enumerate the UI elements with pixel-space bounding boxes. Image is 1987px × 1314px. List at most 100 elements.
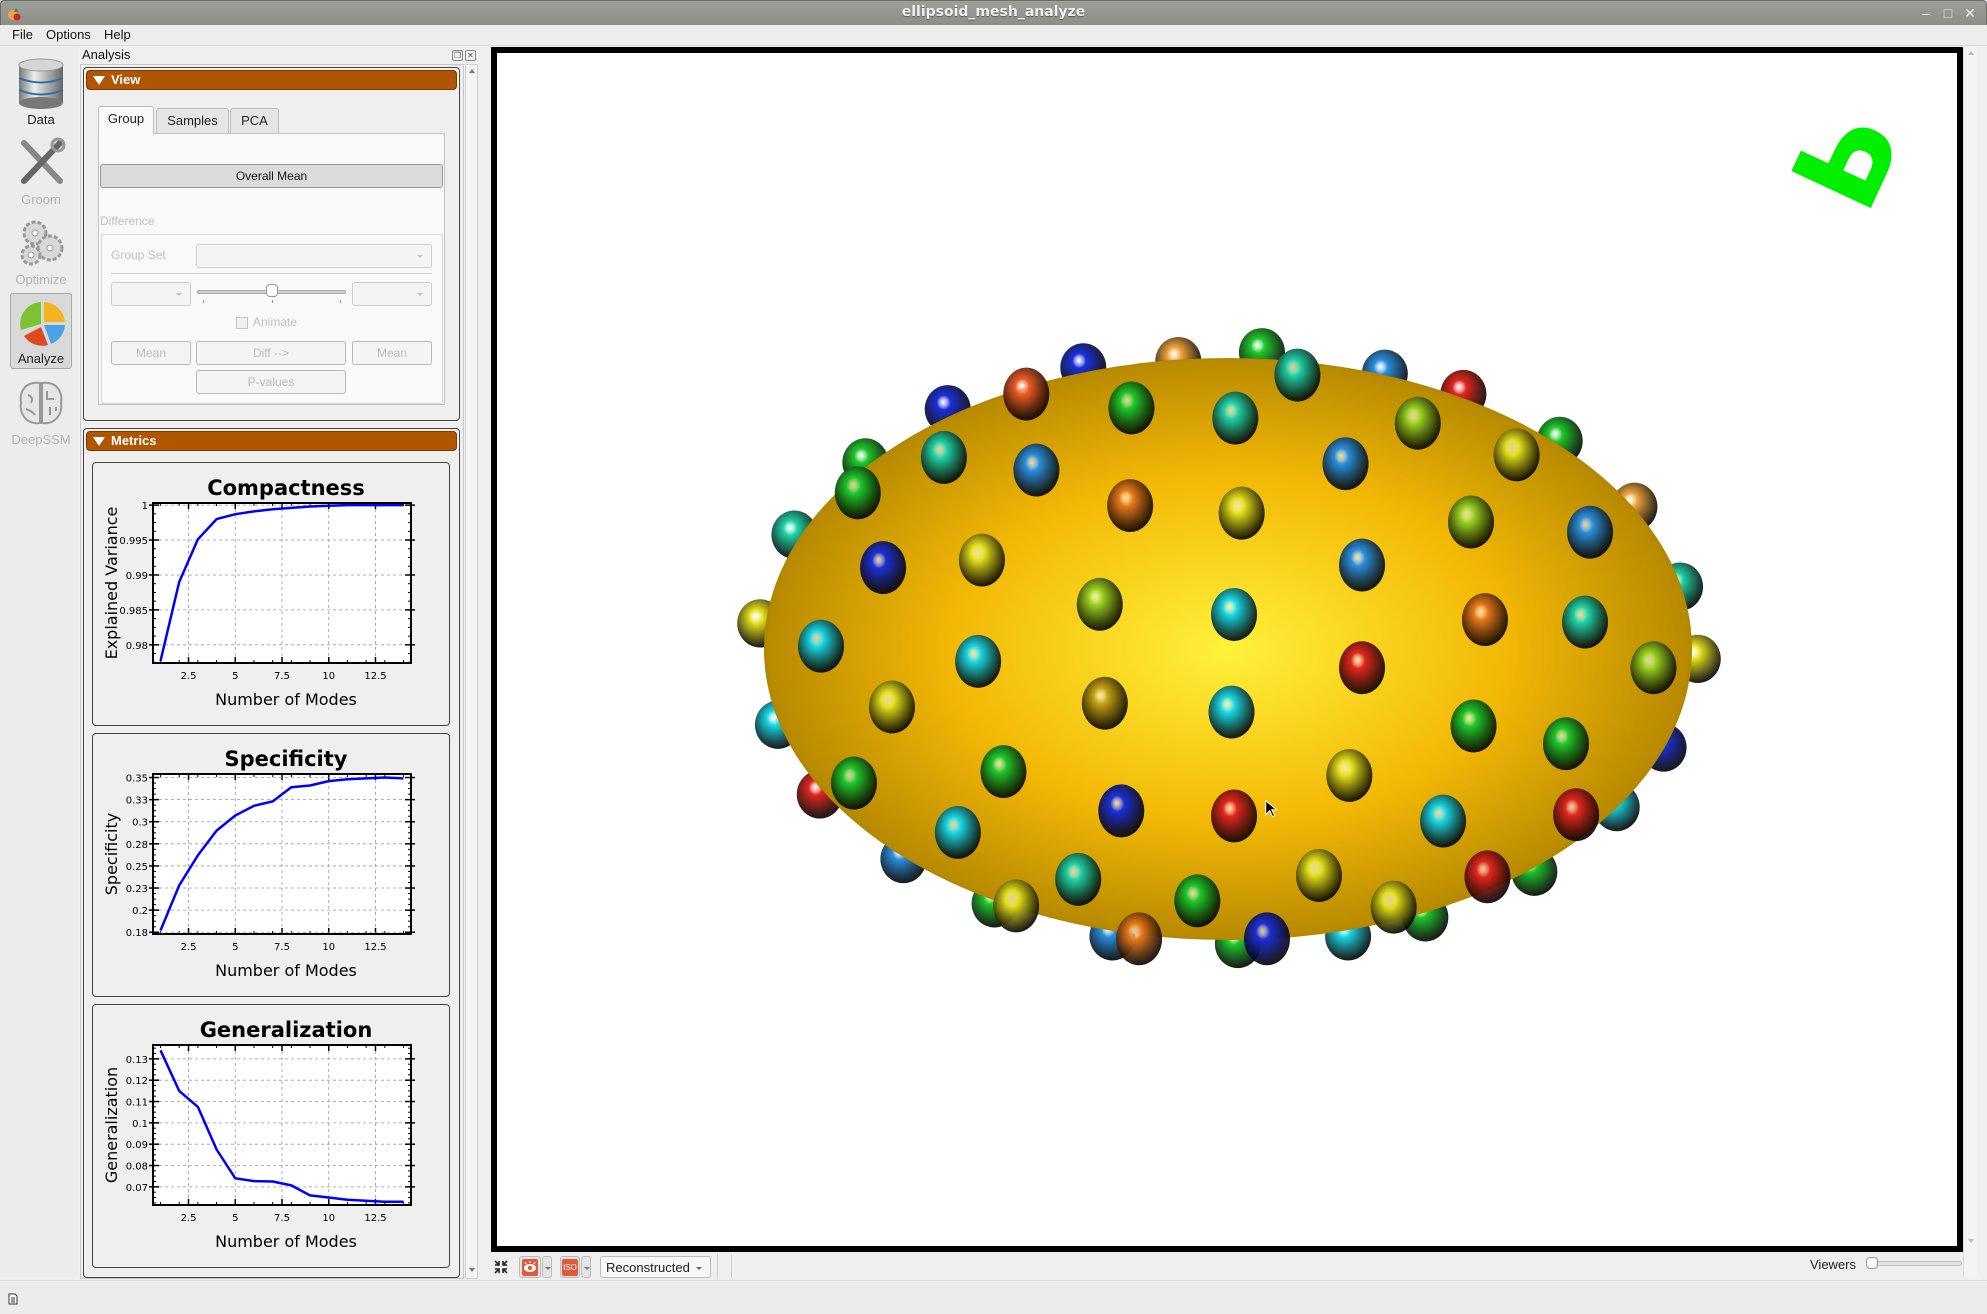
y-tick-label: 0.98 xyxy=(126,641,148,652)
y-tick-label: 0.11 xyxy=(126,1098,148,1109)
collapse-triangle-icon xyxy=(93,76,105,85)
panel-scrollbar[interactable] xyxy=(465,64,478,1279)
menu-help[interactable]: Help xyxy=(104,27,131,42)
module-analyze[interactable]: Analyze xyxy=(10,293,72,369)
y-tick-label: 0.985 xyxy=(119,606,148,617)
iso-surface-button[interactable]: ISO xyxy=(560,1256,580,1278)
x-tick-label: 10 xyxy=(322,671,335,682)
y-tick-label: 0.13 xyxy=(126,1055,148,1066)
module-optimize[interactable]: Optimize xyxy=(10,213,72,289)
particle-sphere xyxy=(1562,595,1609,649)
close-button[interactable]: ✕ xyxy=(1961,5,1979,21)
module-label: Optimize xyxy=(15,272,67,287)
right-mean-button[interactable]: Mean xyxy=(352,341,432,365)
left-mean-button[interactable]: Mean xyxy=(111,341,191,365)
log-icon[interactable] xyxy=(8,1293,18,1305)
y-tick-label: 0.35 xyxy=(126,774,148,785)
collapse-triangle-icon xyxy=(93,437,105,446)
minimize-button[interactable]: – xyxy=(1917,5,1935,21)
viewers-label: Viewers xyxy=(1810,1257,1857,1272)
particle-sphere xyxy=(1322,437,1369,491)
diff-button[interactable]: Diff --> xyxy=(196,341,346,365)
scroll-down-icon[interactable] xyxy=(469,1268,475,1272)
x-axis-label: Number of Modes xyxy=(215,1232,357,1251)
x-tick-label: 5 xyxy=(232,942,238,953)
group-slider-handle[interactable] xyxy=(265,284,278,297)
particle-sphere xyxy=(1244,912,1290,966)
specificity-chart: Specificity 2.5 5 7.5 10 12.5 0.18 0.2 0.23 0.25 0… xyxy=(92,733,450,997)
left-group-dropdown[interactable] xyxy=(111,282,191,306)
module-data[interactable]: Data xyxy=(10,53,72,129)
ellipsoid-render[interactable]: P xyxy=(497,53,1957,1246)
module-groom[interactable]: Groom xyxy=(10,133,72,209)
specificity-plot: Specificity 2.5 5 7.5 10 12.5 0.18 0.2 0.23 0.25 0… xyxy=(102,747,415,980)
module-deepssm[interactable]: DeepSSM xyxy=(10,373,72,449)
group-set-dropdown[interactable] xyxy=(196,244,432,268)
particle-sphere xyxy=(1447,495,1494,549)
toolbar-separator xyxy=(731,1254,732,1278)
particle-sphere xyxy=(1339,641,1386,695)
viewers-slider[interactable] xyxy=(1866,1261,1962,1266)
tab-samples[interactable]: Samples xyxy=(156,108,229,133)
viewers-slider-handle[interactable] xyxy=(1866,1257,1878,1269)
chevron-down-icon xyxy=(545,1267,551,1270)
maximize-button[interactable]: □ xyxy=(1939,5,1957,21)
pvalues-button[interactable]: P-values xyxy=(196,370,346,394)
display-mode-dropdown[interactable]: Reconstructed xyxy=(600,1256,711,1278)
tools-icon xyxy=(21,137,66,184)
viewer-scrollbar[interactable] xyxy=(1963,47,1977,1277)
view-header-label: View xyxy=(111,72,141,87)
animate-checkbox[interactable] xyxy=(236,317,248,329)
x-tick-label: 5 xyxy=(232,671,238,682)
3d-viewer[interactable]: P xyxy=(491,47,1963,1252)
dock-float-button[interactable]: ❐ xyxy=(452,50,463,61)
glyph-visibility-button[interactable] xyxy=(519,1256,541,1278)
menu-file[interactable]: File xyxy=(12,27,33,42)
slider-tick xyxy=(340,300,341,303)
slider-tick xyxy=(203,300,204,303)
tab-group[interactable]: Group xyxy=(98,106,154,134)
particle-sphere xyxy=(1339,538,1386,592)
particle-sphere xyxy=(1003,367,1050,421)
particle-sphere xyxy=(1326,748,1373,802)
scroll-up-icon[interactable] xyxy=(1968,51,1974,55)
glyph-options-dropdown[interactable] xyxy=(542,1256,552,1278)
overall-mean-button[interactable]: Overall Mean xyxy=(100,164,443,188)
menu-options[interactable]: Options xyxy=(46,27,91,42)
particle-sphere xyxy=(860,541,907,595)
y-axis-label: Generalization xyxy=(102,1067,121,1183)
x-tick-label: 12.5 xyxy=(364,942,386,953)
viewer-canvas[interactable]: P xyxy=(497,53,1957,1246)
dock-close-button[interactable]: ✕ xyxy=(465,50,476,61)
right-group-dropdown[interactable] xyxy=(352,282,432,306)
chart-title: Compactness xyxy=(207,476,365,500)
status-bar xyxy=(0,1280,1987,1314)
auto-view-button[interactable] xyxy=(493,1256,509,1278)
iso-options-dropdown[interactable] xyxy=(581,1256,591,1278)
toolbar-separator xyxy=(717,1254,718,1278)
window-title: ellipsoid_mesh_analyze xyxy=(901,4,1086,20)
chevron-down-icon xyxy=(417,293,423,296)
particle-sphere xyxy=(1098,784,1145,838)
chevron-down-icon xyxy=(584,1267,590,1270)
x-tick-label: 12.5 xyxy=(364,671,386,682)
metrics-section-header[interactable]: Metrics xyxy=(86,431,457,451)
scroll-down-icon[interactable] xyxy=(1968,1239,1974,1243)
chart-title: Specificity xyxy=(225,747,348,771)
gears-icon xyxy=(20,220,64,266)
y-tick-label: 0.33 xyxy=(126,796,148,807)
y-tick-label: 0.2 xyxy=(132,906,148,917)
particle-sphere xyxy=(1450,699,1497,753)
x-tick-label: 12.5 xyxy=(364,1213,386,1224)
group-set-label: Group Set xyxy=(111,248,166,262)
scroll-up-icon[interactable] xyxy=(469,69,475,73)
particle-sphere xyxy=(958,533,1005,587)
y-tick-label: 0.18 xyxy=(126,928,148,939)
x-tick-label: 2.5 xyxy=(181,942,197,953)
y-tick-label: 0.12 xyxy=(126,1076,148,1087)
view-section-header[interactable]: View xyxy=(86,70,457,90)
chevron-down-icon xyxy=(176,293,182,296)
divider xyxy=(111,273,432,274)
x-tick-label: 7.5 xyxy=(274,1213,290,1224)
tab-pca[interactable]: PCA xyxy=(230,108,279,133)
